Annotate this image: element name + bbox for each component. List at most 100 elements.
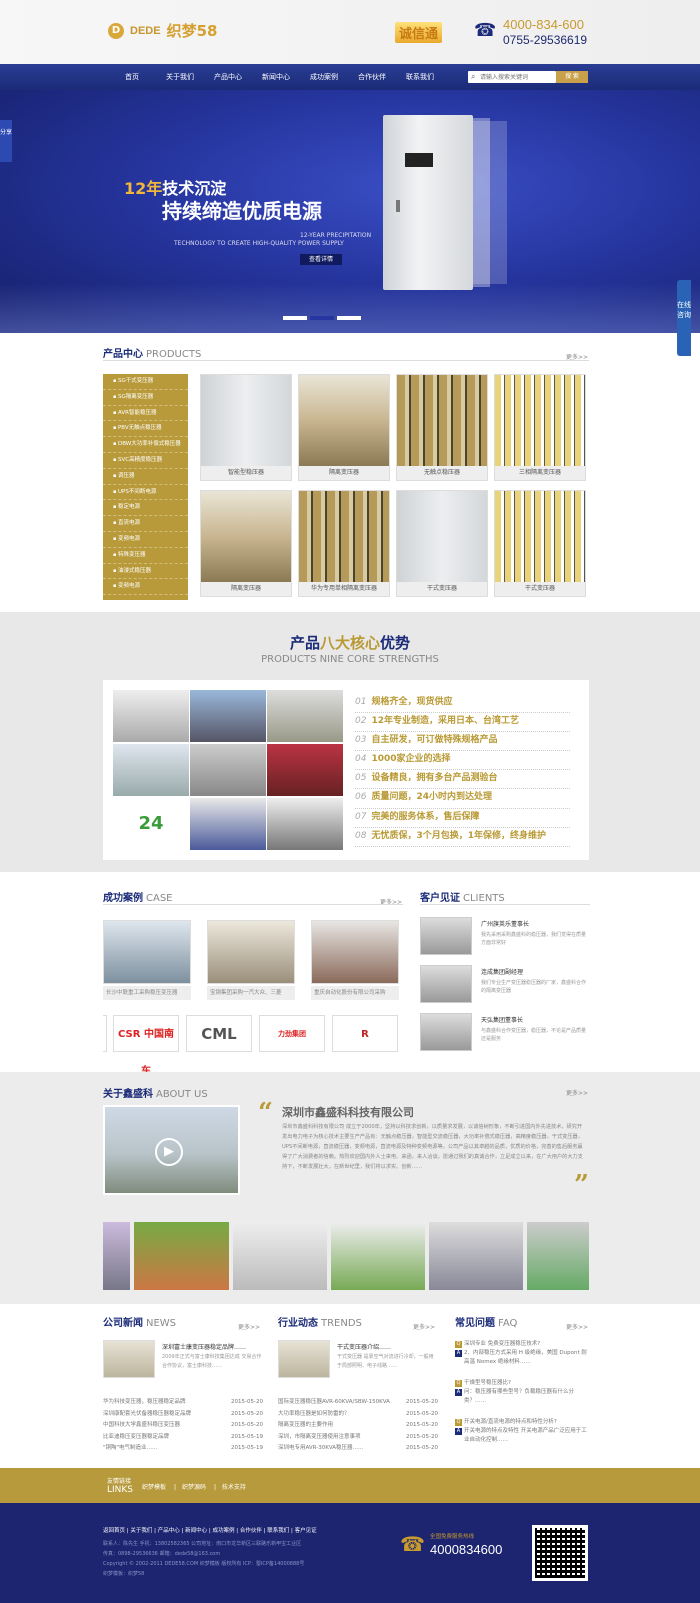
search-input[interactable] <box>480 71 554 83</box>
product-caption[interactable]: 华为专用单相隔离变压器 <box>299 582 389 596</box>
case-card[interactable]: 重庆自动化股份有限公司采购 <box>311 920 399 1002</box>
news-row-title[interactable]: 华为科技变压器，稳压器稳定品牌 <box>103 1397 186 1409</box>
faq-more-link[interactable]: 更多>> <box>566 1322 588 1331</box>
product-card[interactable]: 智能型稳压器 <box>200 374 292 481</box>
slider-dot-active[interactable] <box>310 316 334 320</box>
news-row-title[interactable]: 深圳，市隔离变压器使用注意事项 <box>278 1432 361 1444</box>
case-card[interactable]: 长沙中联重工采购稳压变压器 <box>103 920 191 1002</box>
product-image[interactable] <box>397 375 487 466</box>
nav-item[interactable]: 联系我们 <box>396 64 444 90</box>
product-caption[interactable]: 干式变压器 <box>495 582 585 596</box>
slider-dot[interactable] <box>283 316 307 320</box>
product-caption[interactable]: 隔离变压器 <box>299 466 389 480</box>
footer-nav-item[interactable]: 合作伙伴 <box>240 1528 262 1534</box>
trends-featured-image[interactable] <box>278 1340 330 1378</box>
logo[interactable]: D DEDE 织梦58 <box>108 20 217 41</box>
banner-detail-button[interactable]: 查看详情 <box>300 254 342 265</box>
nav-item[interactable]: 新闻中心 <box>252 64 300 90</box>
friend-link[interactable]: 织梦模板 <box>142 1484 166 1491</box>
news-row-title[interactable]: 大功率稳压器是如何防雷的？ <box>278 1409 350 1421</box>
news-row[interactable]: 国际变压器稳压器AVR-60KVA/SBW-150KVA 2015-05-20 <box>278 1397 438 1409</box>
footer-nav-item[interactable]: 产品中心 <box>158 1528 180 1534</box>
product-category-item[interactable]: 调压器 <box>103 469 188 485</box>
friend-link[interactable]: 织梦源码 <box>182 1484 206 1491</box>
product-category-item[interactable]: PBV无触点稳压器 <box>103 421 188 438</box>
case-caption[interactable]: 长沙中联重工采购稳压变压器 <box>103 986 191 1000</box>
nav-item[interactable]: 合作伙伴 <box>348 64 396 90</box>
faq-question[interactable]: 深圳专业 免费变压器稳压技术? <box>455 1340 590 1349</box>
product-image[interactable] <box>397 491 487 582</box>
product-card[interactable]: 干式变压器 <box>396 490 488 597</box>
news-featured-image[interactable] <box>103 1340 155 1378</box>
news-featured-title[interactable]: 深圳富士康变压器稳定品牌…… <box>162 1342 246 1351</box>
case-image[interactable] <box>311 920 399 984</box>
news-row[interactable]: "铜陶"电气制造业…… 2015-05-19 <box>103 1443 263 1455</box>
product-category-item[interactable]: 油浸式稳压器 <box>103 564 188 580</box>
case-image[interactable] <box>103 920 191 984</box>
product-image[interactable] <box>299 375 389 466</box>
footer-nav-item[interactable]: 联系我们 <box>267 1528 289 1534</box>
client-item[interactable]: 广州旗英乐董事长 我先采用采购鑫盛科的稳压器，我们觉得在质量方面非常好 <box>420 917 590 961</box>
gallery-photo[interactable] <box>233 1222 327 1290</box>
client-item[interactable]: 连成集团副经理 我们专业生产变压器稳压器的厂家，鑫盛科合作的隔离变压器 <box>420 965 590 1009</box>
product-caption[interactable]: 隔离变压器 <box>201 582 291 596</box>
case-image[interactable] <box>207 920 295 984</box>
gallery-photo[interactable] <box>429 1222 523 1290</box>
news-row[interactable]: 深圳电专用AVR-30KVA稳压器…… 2015-05-20 <box>278 1443 438 1455</box>
slider-dot[interactable] <box>337 316 361 320</box>
about-more-link[interactable]: 更多>> <box>566 1088 588 1097</box>
news-row[interactable]: 深圳，市隔离变压器使用注意事项 2015-05-20 <box>278 1432 438 1444</box>
footer-nav-item[interactable]: 新闻中心 <box>185 1528 207 1534</box>
news-row-title[interactable]: 隔离变压器的主要作用 <box>278 1420 333 1432</box>
product-category-item[interactable]: 变频电源 <box>103 532 188 548</box>
product-image[interactable] <box>495 375 585 466</box>
product-card[interactable]: 三相隔离变压器 <box>494 374 586 481</box>
partner-logo-lijin[interactable]: 力劲集团 <box>259 1015 325 1052</box>
news-more-link[interactable]: 更多>> <box>238 1322 260 1331</box>
product-caption[interactable]: 智能型稳压器 <box>201 466 291 480</box>
product-card[interactable]: 华为专用单相隔离变压器 <box>298 490 390 597</box>
online-consult-tab[interactable]: 在线咨询 <box>677 280 691 356</box>
client-item[interactable]: 天弘集团董事长 与鑫盛科合作变压器，稳压器，不论是产品质量还是服务 <box>420 1013 590 1057</box>
client-name[interactable]: 天弘集团董事长 <box>481 1015 523 1024</box>
product-image[interactable] <box>201 491 291 582</box>
gallery-photo[interactable] <box>103 1222 130 1290</box>
news-row[interactable]: 大功率稳压器是如何防雷的？ 2015-05-20 <box>278 1409 438 1421</box>
footer-nav-item[interactable]: 关于我们 <box>130 1528 152 1534</box>
product-category-item[interactable]: AVR智能稳压器 <box>103 406 188 422</box>
product-category-item[interactable]: SG隔离变压器 <box>103 390 188 406</box>
news-row[interactable]: 隔离变压器的主要作用 2015-05-20 <box>278 1420 438 1432</box>
partner-logo-csr[interactable]: CSR 中国南车 <box>113 1015 179 1077</box>
product-card[interactable]: 隔离变压器 <box>298 374 390 481</box>
news-row-title[interactable]: 深圳康配套光伏备器稳压器稳定品牌 <box>103 1409 191 1421</box>
partner-logo-cml[interactable]: CML <box>186 1015 252 1052</box>
news-row-title[interactable]: 国际变压器稳压器AVR-60KVA/SBW-150KVA <box>278 1397 390 1409</box>
trends-more-link[interactable]: 更多>> <box>413 1322 435 1331</box>
nav-item[interactable]: 关于我们 <box>156 64 204 90</box>
footer-nav-item[interactable]: 客户见证 <box>295 1528 317 1534</box>
news-row[interactable]: 中国科技大学鑫盛科稳压变压器 2015-05-20 <box>103 1420 263 1432</box>
product-category-item[interactable]: SVC高精度稳压器 <box>103 453 188 469</box>
case-card[interactable]: 宝钢集团采购一汽大众、三菱 <box>207 920 295 1002</box>
product-category-item[interactable]: 特殊变压器 <box>103 548 188 564</box>
faq-question[interactable]: 开关电源/直流电源的特点和特性分析? <box>455 1418 590 1427</box>
product-category-item[interactable]: DBW大功率补偿式稳压器 <box>103 437 188 453</box>
nav-item[interactable]: 首页 <box>108 64 156 90</box>
news-row[interactable]: 华为科技变压器，稳压器稳定品牌 2015-05-20 <box>103 1397 263 1409</box>
play-icon[interactable]: ▶ <box>155 1138 183 1166</box>
faq-question[interactable]: 干燥型号稳压器比? <box>455 1379 590 1388</box>
news-row-title[interactable]: "铜陶"电气制造业…… <box>103 1443 158 1455</box>
news-row[interactable]: 比亚迪稳压变压器稳定品牌 2015-05-19 <box>103 1432 263 1444</box>
product-category-item[interactable]: 变频电源 <box>103 579 188 596</box>
case-caption[interactable]: 宝钢集团采购一汽大众、三菱 <box>207 986 295 1000</box>
search-button[interactable]: 搜 索 <box>556 71 588 83</box>
case-caption[interactable]: 重庆自动化股份有限公司采购 <box>311 986 399 1000</box>
gallery-photo[interactable] <box>134 1222 229 1290</box>
nav-item[interactable]: 产品中心 <box>204 64 252 90</box>
footer-nav-item[interactable]: 成功案例 <box>213 1528 235 1534</box>
product-category-item[interactable]: SG干式变压器 <box>103 374 188 390</box>
product-caption[interactable]: 无触点稳压器 <box>397 466 487 480</box>
product-category-item[interactable]: 稳定电源 <box>103 500 188 517</box>
news-row-title[interactable]: 深圳电专用AVR-30KVA稳压器…… <box>278 1443 364 1455</box>
product-card[interactable]: 干式变压器 <box>494 490 586 597</box>
